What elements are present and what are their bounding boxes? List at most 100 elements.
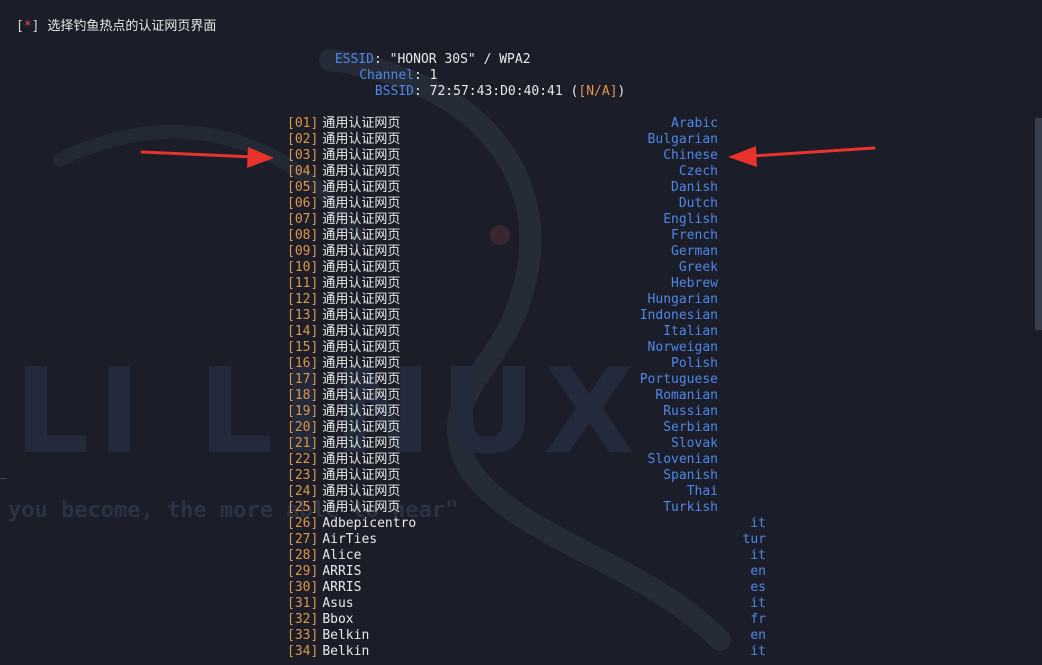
portal-index: 27 <box>294 532 311 547</box>
portal-language: Polish <box>671 356 718 371</box>
portal-index: 19 <box>294 404 311 419</box>
portal-option[interactable]: [04] 通用认证网页 <box>287 164 400 180</box>
portal-language: it <box>750 644 766 659</box>
portal-name: 通用认证网页 <box>322 164 401 179</box>
portal-option[interactable]: [18] 通用认证网页 <box>287 388 400 404</box>
portal-option[interactable]: [02] 通用认证网页 <box>287 132 400 148</box>
portal-language: it <box>750 516 766 531</box>
portal-language: Hungarian <box>647 292 718 307</box>
essid-line: ESSID: "HONOR 30S" / WPA2 <box>310 52 531 68</box>
portal-name: 通用认证网页 <box>322 196 401 211</box>
portal-language: Hebrew <box>671 276 718 291</box>
portal-index: 20 <box>294 420 311 435</box>
portal-option[interactable]: [27] AirTies <box>287 532 377 548</box>
portal-option[interactable]: [14] 通用认证网页 <box>287 324 400 340</box>
portal-language: English <box>663 212 718 227</box>
portal-name: 通用认证网页 <box>322 244 401 259</box>
portal-option[interactable]: [25] 通用认证网页 <box>287 500 400 516</box>
portal-option[interactable]: [13] 通用认证网页 <box>287 308 400 324</box>
portal-option[interactable]: [01] 通用认证网页 <box>287 116 400 132</box>
portal-name: Adbepicentro <box>322 516 417 531</box>
portal-language: fr <box>750 612 766 627</box>
portal-language: Turkish <box>663 500 718 515</box>
portal-index: 09 <box>294 244 311 259</box>
portal-option[interactable]: [33] Belkin <box>287 628 369 644</box>
portal-name: Asus <box>322 596 354 611</box>
portal-name: 通用认证网页 <box>322 308 401 323</box>
portal-option[interactable]: [28] Alice <box>287 548 361 564</box>
portal-name: 通用认证网页 <box>322 292 401 307</box>
portal-option[interactable]: [12] 通用认证网页 <box>287 292 400 308</box>
portal-language: French <box>671 228 718 243</box>
portal-index: 22 <box>294 452 311 467</box>
portal-index: 21 <box>294 436 311 451</box>
prompt-title: 选择钓鱼热点的认证网页界面 <box>47 19 217 34</box>
portal-option[interactable]: [11] 通用认证网页 <box>287 276 400 292</box>
portal-option[interactable]: [22] 通用认证网页 <box>287 452 400 468</box>
left-red-arrow-icon <box>140 147 274 168</box>
portal-name: Belkin <box>322 628 370 643</box>
portal-name: Belkin <box>322 644 370 659</box>
portal-index: 18 <box>294 388 311 403</box>
portal-option[interactable]: [31] Asus <box>287 596 354 612</box>
essid-value: "HONOR 30S" / WPA2 <box>389 52 531 67</box>
portal-option[interactable]: [19] 通用认证网页 <box>287 404 400 420</box>
portal-option[interactable]: [32] Bbox <box>287 612 354 628</box>
portal-index: 31 <box>294 596 311 611</box>
portal-option[interactable]: [10] 通用认证网页 <box>287 260 400 276</box>
portal-option[interactable]: [34] Belkin <box>287 644 369 660</box>
portal-option[interactable]: [06] 通用认证网页 <box>287 196 400 212</box>
portal-name: ARRIS <box>322 580 362 595</box>
portal-option[interactable]: [29] ARRIS <box>287 564 361 580</box>
portal-index: 12 <box>294 292 311 307</box>
portal-option[interactable]: [07] 通用认证网页 <box>287 212 400 228</box>
portal-option[interactable]: [03] 通用认证网页 <box>287 148 400 164</box>
portal-option[interactable]: [16] 通用认证网页 <box>287 356 400 372</box>
portal-index: 24 <box>294 484 311 499</box>
portal-language: en <box>750 628 766 643</box>
portal-language: Spanish <box>663 468 718 483</box>
portal-index: 30 <box>294 580 311 595</box>
portal-index: 01 <box>294 116 311 131</box>
portal-language: Danish <box>671 180 718 195</box>
portal-language: Italian <box>663 324 718 339</box>
portal-option[interactable]: [23] 通用认证网页 <box>287 468 400 484</box>
portal-name: 通用认证网页 <box>322 132 401 147</box>
portal-language: Slovenian <box>647 452 718 467</box>
portal-language: Norweigan <box>647 340 718 355</box>
portal-option[interactable]: [17] 通用认证网页 <box>287 372 400 388</box>
portal-index: 10 <box>294 260 311 275</box>
portal-name: 通用认证网页 <box>322 340 401 355</box>
channel-value: 1 <box>429 68 438 83</box>
portal-option[interactable]: [24] 通用认证网页 <box>287 484 400 500</box>
portal-index: 25 <box>294 500 311 515</box>
portal-option[interactable]: [21] 通用认证网页 <box>287 436 400 452</box>
bssid-label: BSSID <box>374 84 414 99</box>
portal-name: 通用认证网页 <box>322 180 401 195</box>
portal-option[interactable]: [08] 通用认证网页 <box>287 228 400 244</box>
portal-language: Chinese <box>663 148 718 163</box>
portal-option[interactable]: [15] 通用认证网页 <box>287 340 400 356</box>
portal-option[interactable]: [20] 通用认证网页 <box>287 420 400 436</box>
portal-index: 23 <box>294 468 311 483</box>
portal-name: 通用认证网页 <box>322 212 401 227</box>
portal-option[interactable]: [09] 通用认证网页 <box>287 244 400 260</box>
portal-language: Thai <box>686 484 718 499</box>
portal-name: 通用认证网页 <box>322 436 401 451</box>
portal-index: 33 <box>294 628 311 643</box>
portal-index: 06 <box>294 196 311 211</box>
scrollbar-thumb[interactable] <box>1035 118 1042 330</box>
portal-index: 34 <box>294 644 311 659</box>
portal-name: Bbox <box>322 612 354 627</box>
essid-label: ESSID <box>334 52 374 67</box>
portal-option[interactable]: [26] Adbepicentro <box>287 516 416 532</box>
portal-name: 通用认证网页 <box>322 500 401 515</box>
portal-option[interactable]: [05] 通用认证网页 <box>287 180 400 196</box>
portal-name: 通用认证网页 <box>322 116 401 131</box>
portal-language: Russian <box>663 404 718 419</box>
portal-language: Slovak <box>671 436 718 451</box>
scrollbar[interactable] <box>1035 0 1042 665</box>
portal-option[interactable]: [30] ARRIS <box>287 580 361 596</box>
portal-name: 通用认证网页 <box>322 260 401 275</box>
portal-name: 通用认证网页 <box>322 228 401 243</box>
